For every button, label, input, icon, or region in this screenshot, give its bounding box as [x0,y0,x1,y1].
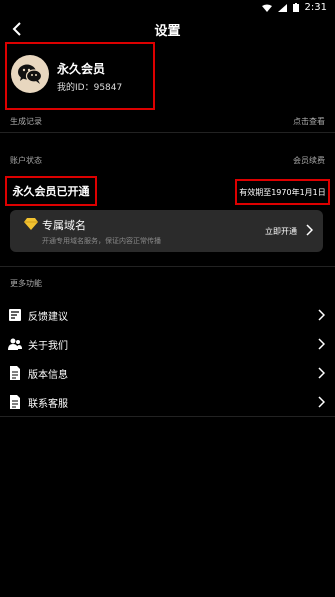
clock: 2:31 [304,2,327,13]
chevron-right-icon [306,224,313,236]
chevron-right-icon [318,396,325,408]
profile-name: 永久会员 [57,62,106,76]
profile-id-value: 95847 [93,83,123,93]
avatar[interactable] [11,55,49,93]
menu-item-label: 版本信息 [28,370,68,381]
profile-id: 我的ID：95847 [57,80,122,93]
records-label: 生成记录 [10,117,42,126]
card-title: 专属域名 [42,219,86,232]
wechat-icon [18,64,43,84]
more-functions-title: 更多功能 [10,279,42,288]
profile-section[interactable]: 永久会员 我的ID：95847 [5,42,155,110]
activate-now-button[interactable]: 立即开通 [265,226,297,237]
wifi-icon [261,4,272,12]
menu-item-label: 关于我们 [28,341,68,352]
membership-expiry: 有效期至1970年1月1日 [235,179,330,205]
battery-icon [292,3,299,12]
records-row[interactable]: 生成记录 点击查看 [10,116,325,128]
divider [0,416,335,417]
chevron-right-icon [318,367,325,379]
menu-item-label: 反馈建议 [28,312,68,323]
menu-item-version-info[interactable]: 版本信息 [0,359,335,387]
profile-id-label: 我的ID： [57,83,94,93]
feedback-icon [9,309,21,321]
divider [0,132,335,133]
divider [0,266,335,267]
chevron-right-icon [318,338,325,350]
menu-item-about-us[interactable]: 关于我们 [0,330,335,358]
diamond-icon [24,218,38,230]
card-subtitle: 开通专用域名服务，保证内容正常传播 [42,237,161,245]
page-title: 设置 [154,24,181,39]
menu-item-feedback[interactable]: 反馈建议 [0,301,335,329]
service-document-icon [10,395,20,409]
signal-icon [277,3,287,12]
status-icons: 2:31 [261,2,327,13]
account-status-label: 账户状态 [10,156,42,165]
membership-status: 永久会员已开通 [5,176,97,206]
document-icon [10,366,20,380]
renew-membership-link[interactable]: 会员续费 [293,155,325,166]
menu-item-customer-service[interactable]: 联系客服 [0,388,335,416]
people-icon [8,338,22,350]
status-bar: 2:31 [0,0,335,16]
menu-item-label: 联系客服 [28,399,68,410]
exclusive-domain-card[interactable]: 专属域名 开通专用域名服务，保证内容正常传播 立即开通 [10,210,323,252]
records-view-link[interactable]: 点击查看 [293,116,325,127]
header: 设置 [0,16,335,42]
chevron-right-icon [318,309,325,321]
account-status-row: 账户状态 会员续费 [10,155,325,166]
